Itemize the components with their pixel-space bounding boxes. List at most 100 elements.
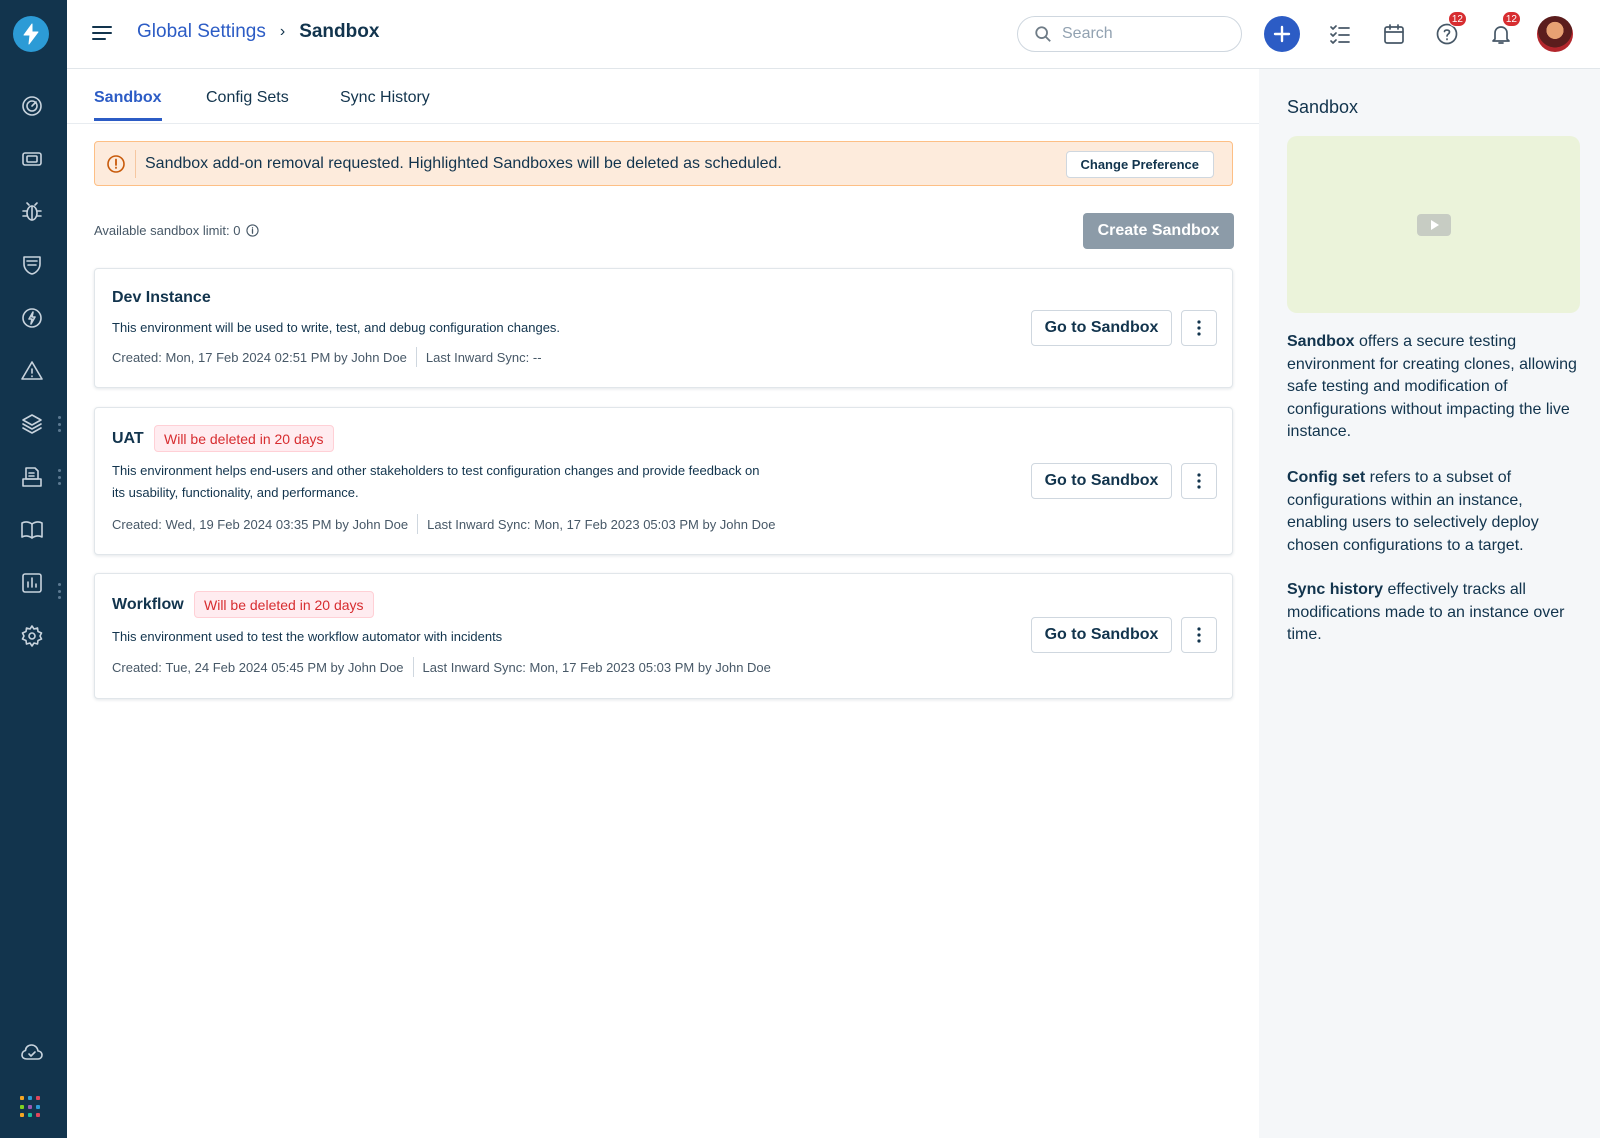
last-sync-value: Mon, 17 Feb 2023 05:03 PM <box>534 516 699 532</box>
search-box[interactable] <box>1017 16 1242 52</box>
sandbox-meta: Created: Tue, 24 Feb 2024 05:45 PM by Jo… <box>112 657 771 677</box>
created-value: Wed, 19 Feb 2024 03:35 PM <box>165 516 332 532</box>
last-sync-label: Last Inward Sync: <box>425 349 530 365</box>
shield-icon[interactable] <box>19 252 45 278</box>
drag-handle-icon[interactable] <box>58 583 62 599</box>
panel-title: Sandbox <box>1287 97 1359 117</box>
bolt-icon[interactable] <box>19 305 45 331</box>
sandbox-card-workflow: Workflow Will be deleted in 20 days This… <box>94 573 1233 699</box>
calendar-icon[interactable] <box>1378 18 1410 50</box>
left-navigation <box>0 0 67 1138</box>
last-sync-by: by John Doe <box>697 659 771 675</box>
created-label: Created: <box>112 349 162 365</box>
divider <box>415 347 417 367</box>
dashboard-icon[interactable] <box>19 93 45 119</box>
created-value: Tue, 24 Feb 2024 05:45 PM <box>165 659 327 675</box>
layers-icon[interactable] <box>19 411 45 437</box>
created-by: by John Doe <box>335 516 409 532</box>
sandbox-limit-text: Available sandbox limit: 0 <box>94 223 241 238</box>
create-sandbox-button[interactable]: Create Sandbox <box>1083 213 1234 249</box>
notifications-bell-icon[interactable]: 12 <box>1485 11 1521 50</box>
warning-icon <box>107 155 125 173</box>
last-sync-value: Mon, 17 Feb 2023 05:03 PM <box>529 659 695 675</box>
created-by: by John Doe <box>333 349 407 365</box>
todo-list-icon[interactable] <box>1324 18 1356 50</box>
sandbox-title: Workflow <box>112 596 184 613</box>
vertical-dots-icon <box>1197 473 1201 489</box>
last-sync-value: -- <box>532 349 542 365</box>
sandbox-limit: Available sandbox limit: 0 <box>94 223 260 238</box>
vertical-dots-icon <box>1197 627 1201 643</box>
go-to-sandbox-button[interactable]: Go to Sandbox <box>1031 617 1172 653</box>
user-avatar[interactable] <box>1537 16 1573 52</box>
bug-icon[interactable] <box>19 199 45 225</box>
info-icon[interactable] <box>246 224 260 237</box>
play-icon <box>1416 213 1451 236</box>
sandbox-description: This environment used to test the workfl… <box>112 629 503 644</box>
tab-bar: Sandbox Config Sets Sync History <box>67 69 1259 124</box>
more-options-button[interactable] <box>1181 463 1217 499</box>
term-sync-history: Sync history <box>1287 581 1384 598</box>
alert-message: Sandbox add-on removal requested. Highli… <box>145 155 782 172</box>
term-config-set: Config set <box>1287 469 1366 486</box>
help-side-panel: Sandbox Sandbox offers a secure testing … <box>1259 69 1600 1138</box>
breadcrumb-global-settings[interactable]: Global Settings <box>137 21 266 43</box>
last-sync-label: Last Inward Sync: <box>422 659 526 675</box>
chevron-right-icon: › <box>279 23 286 40</box>
alert-icon[interactable] <box>19 358 45 384</box>
sandbox-meta: Created: Wed, 19 Feb 2024 03:35 PM by Jo… <box>112 514 775 534</box>
sandbox-description: This environment will be used to write, … <box>112 320 561 335</box>
search-icon <box>1035 26 1051 42</box>
more-options-button[interactable] <box>1181 310 1217 346</box>
tab-sandbox[interactable]: Sandbox <box>94 89 162 121</box>
video-thumbnail[interactable] <box>1287 136 1580 313</box>
tab-config-sets[interactable]: Config Sets <box>206 89 289 121</box>
add-new-button[interactable] <box>1264 16 1300 52</box>
sandbox-description: This environment helps end-users and oth… <box>112 463 760 500</box>
last-sync-label: Last Inward Sync: <box>427 516 531 532</box>
help-icon[interactable]: 12 <box>1431 11 1467 50</box>
created-value: Mon, 17 Feb 2024 02:51 PM <box>165 349 331 365</box>
deletion-warning-badge: Will be deleted in 20 days <box>154 425 334 452</box>
inbox-icon[interactable] <box>19 464 45 490</box>
app-logo[interactable] <box>13 16 49 52</box>
sandbox-card-dev-instance: Dev Instance This environment will be us… <box>94 268 1233 388</box>
go-to-sandbox-button[interactable]: Go to Sandbox <box>1031 463 1172 499</box>
divider <box>135 150 136 178</box>
vertical-dots-icon <box>1197 320 1201 336</box>
cloud-icon[interactable] <box>19 1039 45 1065</box>
go-to-sandbox-button[interactable]: Go to Sandbox <box>1031 310 1172 346</box>
drag-handle-icon[interactable] <box>58 416 62 432</box>
sandbox-meta: Created: Mon, 17 Feb 2024 02:51 PM by Jo… <box>112 347 542 367</box>
more-options-button[interactable] <box>1181 617 1217 653</box>
breadcrumb-current: Sandbox <box>299 21 380 42</box>
created-label: Created: <box>112 659 162 675</box>
divider <box>417 514 419 534</box>
sandbox-title: Dev Instance <box>112 289 211 306</box>
removal-alert-banner: Sandbox add-on removal requested. Highli… <box>94 141 1233 186</box>
created-by: by John Doe <box>330 659 404 675</box>
last-sync-by: by John Doe <box>702 516 776 532</box>
tab-sync-history[interactable]: Sync History <box>340 89 430 121</box>
change-preference-button[interactable]: Change Preference <box>1065 151 1214 178</box>
sandbox-card-uat: UAT Will be deleted in 20 days This envi… <box>94 407 1233 555</box>
help-badge: 12 <box>1447 11 1467 27</box>
top-header: Global Settings › Sandbox 12 12 <box>67 0 1600 69</box>
breadcrumb: Global Settings › Sandbox <box>137 21 379 43</box>
apps-icon[interactable] <box>20 1096 42 1118</box>
hamburger-menu-icon[interactable] <box>91 22 113 44</box>
sandbox-description-paragraph: Sandbox offers a secure testing environm… <box>1287 331 1582 444</box>
sync-history-description-paragraph: Sync history effectively tracks all modi… <box>1287 579 1582 647</box>
config-set-description-paragraph: Config set refers to a subset of configu… <box>1287 467 1582 557</box>
deletion-warning-badge: Will be deleted in 20 days <box>194 591 374 618</box>
book-icon[interactable] <box>19 517 45 543</box>
created-label: Created: <box>112 516 162 532</box>
divider <box>412 657 414 677</box>
reports-icon[interactable] <box>19 570 45 596</box>
notifications-badge: 12 <box>1501 11 1521 27</box>
drag-handle-icon[interactable] <box>58 469 62 485</box>
sandbox-title: UAT <box>112 430 144 447</box>
search-input[interactable] <box>1062 25 1222 43</box>
tickets-icon[interactable] <box>19 146 45 172</box>
settings-icon[interactable] <box>19 623 45 649</box>
